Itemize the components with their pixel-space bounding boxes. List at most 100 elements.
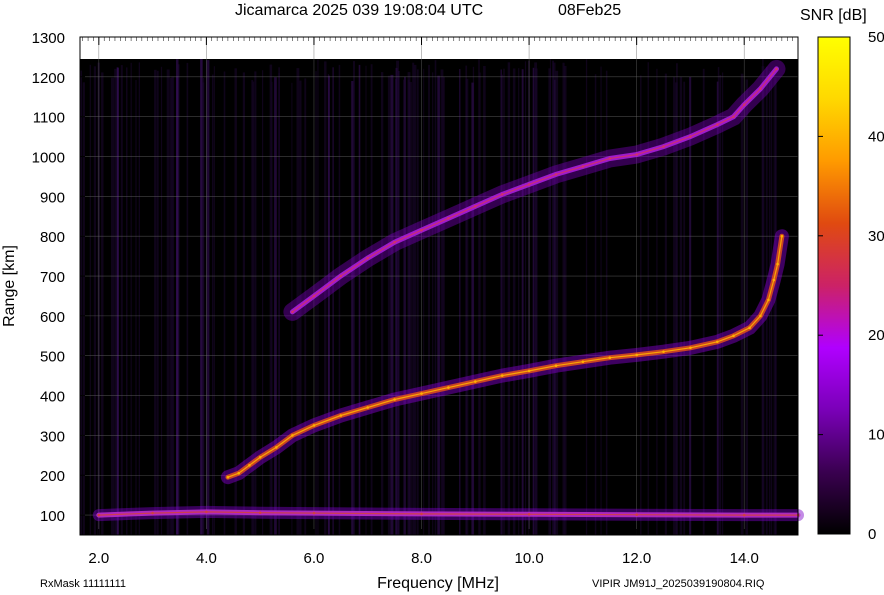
x-tick-label: 12.0 xyxy=(622,550,651,567)
trace-point xyxy=(635,513,638,516)
trace-point xyxy=(258,456,262,459)
y-tick-label: 400 xyxy=(40,389,65,406)
trace-point xyxy=(500,374,504,377)
trace-point xyxy=(554,173,558,176)
rxmask-label: RxMask 11111111 xyxy=(40,578,126,590)
noise-column xyxy=(82,82,85,536)
noise-column xyxy=(202,77,205,536)
trace-point xyxy=(635,153,638,156)
noise-column xyxy=(524,61,527,536)
noise-column xyxy=(271,81,273,536)
trace-point xyxy=(339,274,343,278)
y-tick-label: 1200 xyxy=(32,70,65,87)
noise-column xyxy=(176,59,179,535)
noise-column xyxy=(390,74,394,536)
trace-point xyxy=(366,256,370,260)
noise-column xyxy=(154,69,157,536)
noise-column xyxy=(413,64,417,536)
x-tick-label: 14.0 xyxy=(730,550,759,567)
noise-column xyxy=(553,62,556,535)
trace-point xyxy=(447,217,450,220)
trace-point xyxy=(312,511,316,515)
noise-column xyxy=(353,61,355,535)
y-tick-label: 900 xyxy=(40,189,65,206)
trace-point xyxy=(772,278,776,282)
noise-column xyxy=(647,62,649,535)
trace-point xyxy=(474,205,477,208)
trace-point xyxy=(205,510,208,514)
noise-column xyxy=(223,71,226,535)
trace-point xyxy=(776,262,779,266)
y-tick-label: 1300 xyxy=(32,30,65,47)
y-axis-label: Range [km] xyxy=(1,245,18,327)
noise-column xyxy=(126,67,128,536)
y-tick-label: 700 xyxy=(40,269,65,286)
y-tick-label: 200 xyxy=(40,468,65,485)
trace-point xyxy=(554,364,558,368)
noise-column xyxy=(160,66,163,536)
trace-point xyxy=(527,513,531,516)
x-tick-label: 2.0 xyxy=(88,550,109,567)
trace-point xyxy=(662,145,665,148)
noise-column xyxy=(775,80,777,536)
noise-column xyxy=(740,73,744,535)
noise-column xyxy=(471,82,474,535)
noise-column xyxy=(274,77,277,535)
noise-column xyxy=(338,64,341,536)
noise-column xyxy=(387,75,391,535)
noise-column xyxy=(138,62,140,536)
trace-point xyxy=(759,314,762,318)
y-tick-label: 600 xyxy=(40,309,65,326)
trace-point xyxy=(527,369,531,373)
trace-point xyxy=(248,464,251,467)
noise-column xyxy=(212,74,214,535)
noise-column xyxy=(745,79,748,535)
trace-point xyxy=(759,87,762,91)
noise-column xyxy=(534,62,537,536)
noise-column xyxy=(479,72,481,535)
trace-point xyxy=(339,414,343,417)
trace-point xyxy=(780,234,784,238)
noise-column xyxy=(135,80,137,535)
noise-column xyxy=(423,68,425,536)
colorbar-tick-label: 0 xyxy=(868,526,876,543)
noise-column xyxy=(213,66,215,535)
noise-column xyxy=(585,59,588,536)
trace-point xyxy=(742,103,746,106)
x-tick-label: 6.0 xyxy=(304,550,325,567)
noise-column xyxy=(465,65,468,535)
noise-column xyxy=(437,75,440,535)
y-tick-label: 500 xyxy=(40,349,65,366)
trace-point xyxy=(420,512,423,516)
noise-column xyxy=(327,75,330,535)
noise-column xyxy=(722,72,724,535)
trace-point xyxy=(608,157,612,160)
noise-column xyxy=(234,68,237,536)
noise-column xyxy=(171,76,175,536)
colorbar xyxy=(817,36,851,535)
noise-column xyxy=(166,69,170,535)
noise-column xyxy=(365,65,367,535)
trace-point xyxy=(275,446,278,449)
noise-column xyxy=(521,69,524,535)
trace-point xyxy=(420,392,423,395)
trace-point xyxy=(237,471,240,475)
trace-point xyxy=(312,294,316,298)
trace-point xyxy=(732,115,735,118)
noise-column xyxy=(717,67,720,535)
trace-point xyxy=(581,165,585,168)
noise-column xyxy=(518,68,520,535)
noise-column xyxy=(594,74,597,535)
colorbar-tick-label: 20 xyxy=(868,327,884,344)
trace-point xyxy=(97,513,101,517)
noise-column xyxy=(262,70,264,535)
noise-column xyxy=(416,69,419,536)
noise-column xyxy=(656,68,658,536)
y-tick-label: 1100 xyxy=(33,110,65,127)
noise-column xyxy=(403,79,405,535)
y-axis-ticks: 100 200 300 400 500 600 700 800 900 1000 1100 1200 1… xyxy=(32,30,85,525)
trace-point xyxy=(393,398,396,401)
trace-point xyxy=(500,193,504,196)
x-tick-label: 4.0 xyxy=(196,550,217,567)
noise-column xyxy=(428,64,430,536)
